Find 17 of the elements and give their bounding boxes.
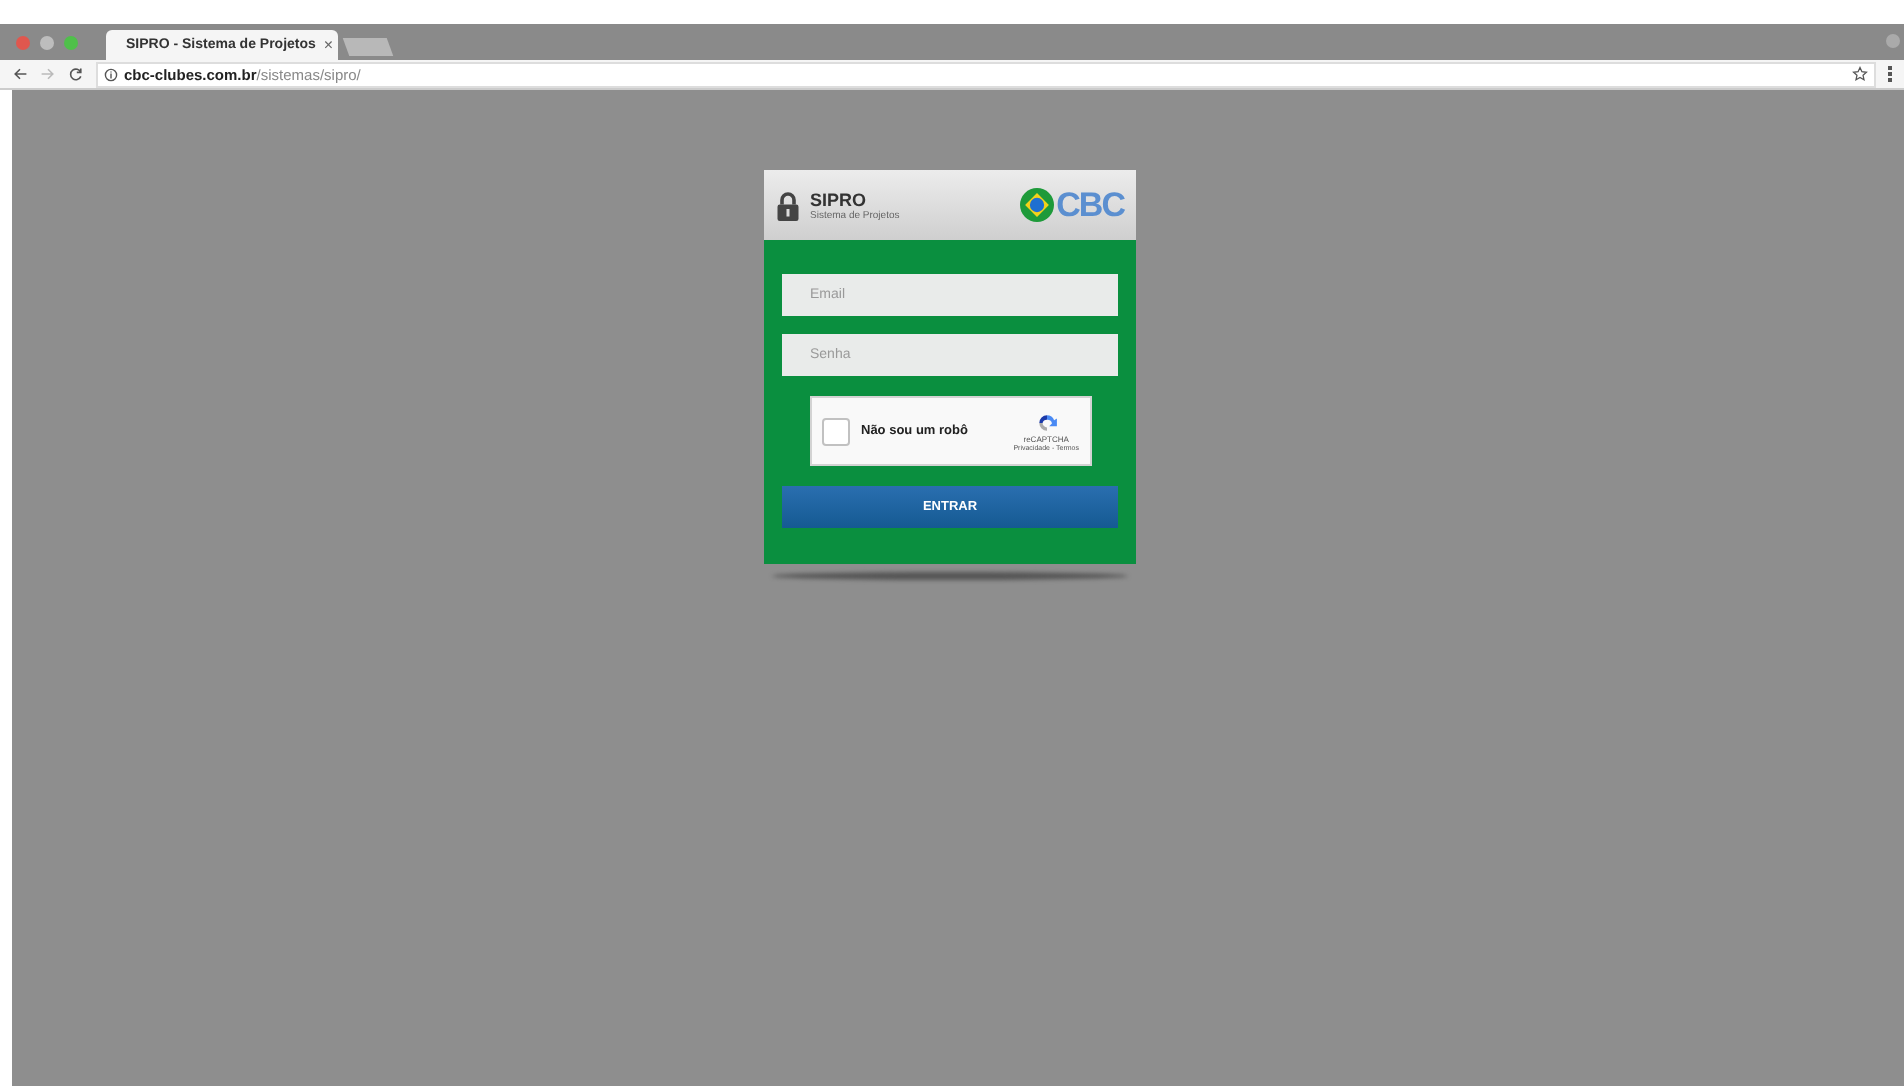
logo-text: CBC xyxy=(1056,185,1124,225)
reload-icon[interactable] xyxy=(68,66,84,82)
maximize-window-icon[interactable] xyxy=(64,35,78,49)
close-window-icon[interactable] xyxy=(16,35,30,49)
profile-icon[interactable] xyxy=(1886,34,1900,48)
minimize-window-icon[interactable] xyxy=(40,35,54,49)
captcha-checkbox[interactable] xyxy=(821,417,849,445)
info-icon xyxy=(104,67,118,81)
star-icon[interactable] xyxy=(1852,66,1868,82)
app-title: SIPRO xyxy=(810,189,869,209)
new-tab-button[interactable] xyxy=(342,38,394,56)
padlock-icon xyxy=(776,189,800,221)
flag-globe-icon xyxy=(1020,188,1055,222)
tab-close-button[interactable]: × xyxy=(323,36,334,54)
forward-icon[interactable] xyxy=(40,66,56,82)
back-icon[interactable] xyxy=(12,66,28,82)
recaptcha-icon xyxy=(1035,411,1058,433)
